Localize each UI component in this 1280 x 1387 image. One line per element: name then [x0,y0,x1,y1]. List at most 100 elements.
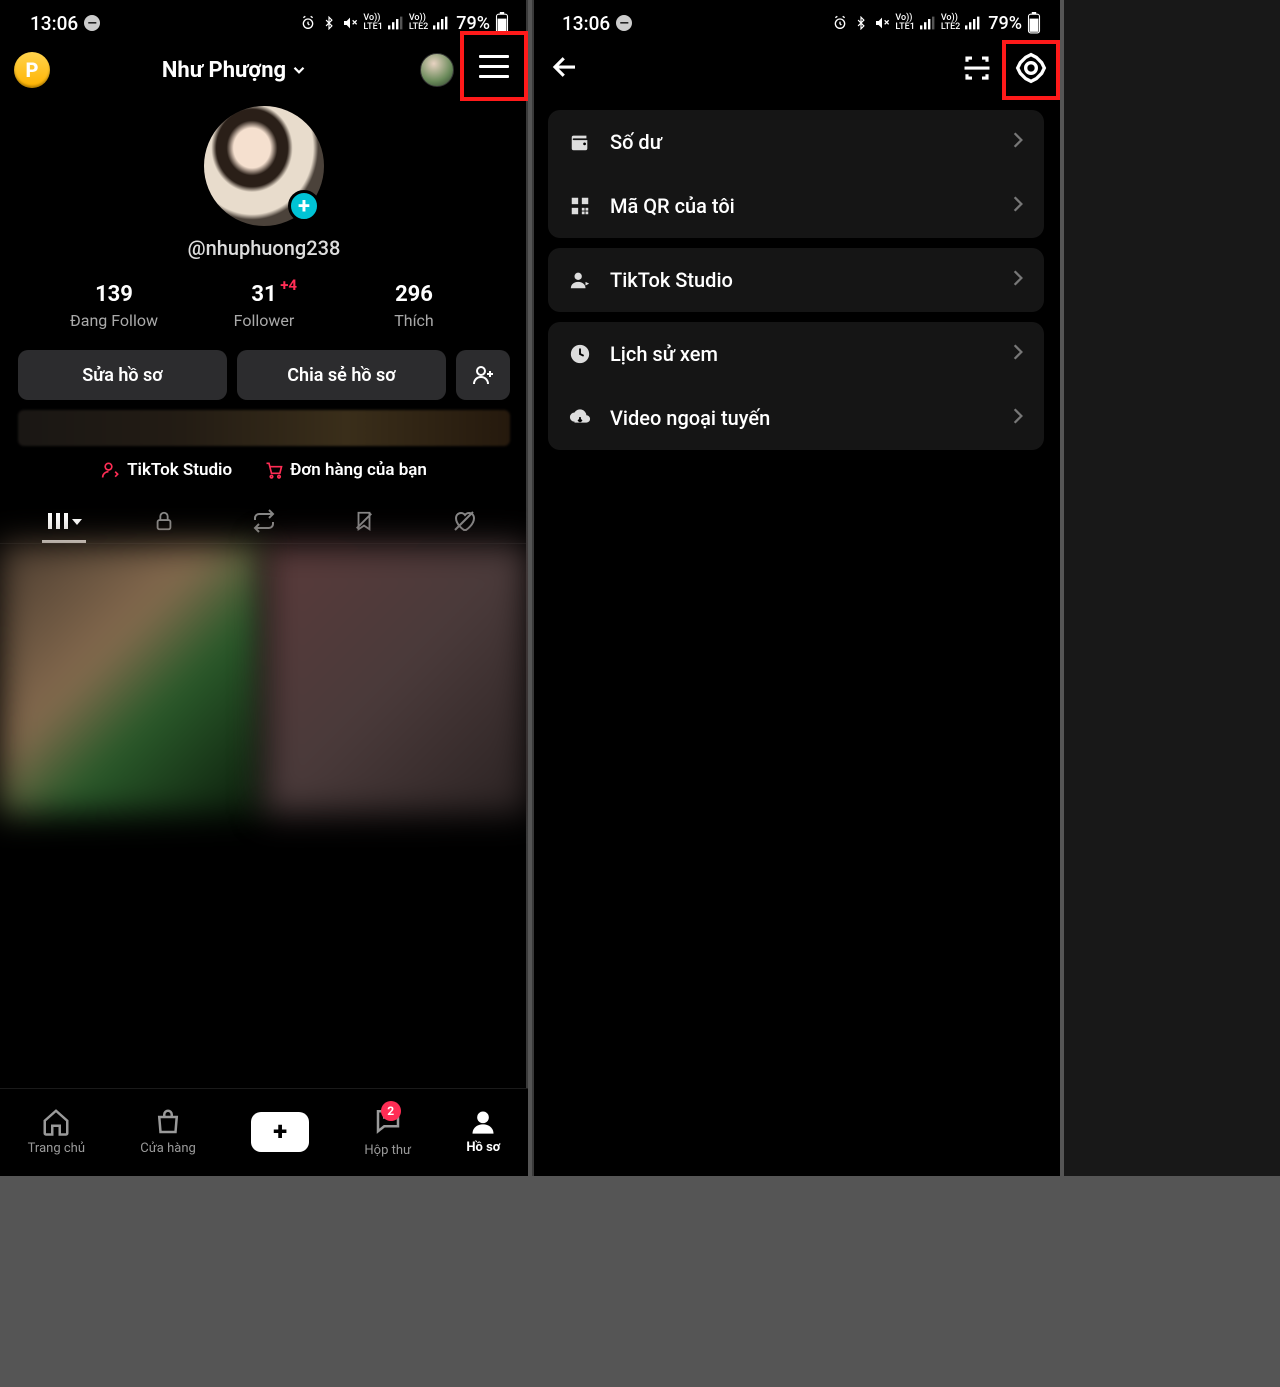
mini-links: TikTok Studio Đơn hàng của bạn [0,460,528,480]
alarm-icon [832,15,848,31]
menu-studio-label: TikTok Studio [610,268,733,292]
studio-link[interactable]: TikTok Studio [101,460,232,480]
tab-saved[interactable] [334,509,394,533]
share-profile-button[interactable]: Chia sẻ hồ sơ [237,350,446,400]
tab-videos[interactable] [34,511,94,531]
add-friends-button[interactable] [456,350,510,400]
menu-balance[interactable]: Số dư [548,110,1044,174]
battery-icon [1027,12,1041,34]
tab-chevron-icon [72,516,82,526]
stat-followers[interactable]: +4 31 Follower [189,282,339,330]
menu-qr[interactable]: Mã QR của tôi [548,174,1044,238]
menu-balance-label: Số dư [610,130,662,154]
account-switcher[interactable]: Như Phượng [162,58,308,83]
stat-likes[interactable]: 296 Thích [339,282,489,330]
menu-button-highlight [460,31,528,101]
studio-link-label: TikTok Studio [127,460,232,480]
grid-icon [46,511,70,531]
signal-2-icon [965,16,981,30]
nav-inbox[interactable]: 2 Hộp thư [364,1105,411,1158]
add-friends-icon [471,363,495,387]
nav-shop[interactable]: Cửa hàng [140,1107,196,1156]
add-story-icon[interactable]: + [288,190,320,222]
nav-home-label: Trang chủ [28,1141,85,1156]
dnd-icon: — [84,15,100,31]
drawer-header [532,40,1060,100]
filler [1064,0,1280,1176]
menu-button[interactable] [479,55,509,78]
nav-inbox-label: Hộp thư [364,1143,411,1158]
menu-history[interactable]: Lịch sử xem [548,322,1044,386]
mute-icon [342,15,358,31]
arrow-left-icon [550,52,580,82]
clock-icon [568,343,592,365]
studio-icon [101,460,121,480]
status-icons: Vo))LTE1 Vo))LTE2 79% [831,12,1042,34]
followers-label: Follower [189,311,339,330]
chevron-right-icon [1012,342,1024,366]
status-bar: 13:06 — Vo))LTE1 Vo))LTE2 79% [0,0,528,40]
tab-reposts[interactable] [234,509,294,533]
menu-offline[interactable]: Video ngoại tuyến [548,386,1044,450]
profile-icon [469,1108,497,1136]
volte2-icon: Vo))LTE2 [941,14,960,32]
volte-icon: Vo))LTE1 [363,14,382,32]
menu-studio[interactable]: TikTok Studio [548,248,1044,312]
repost-icon [251,509,277,533]
menu-offline-label: Video ngoại tuyến [610,406,770,430]
profile-actions: Sửa hồ sơ Chia sẻ hồ sơ [0,350,528,400]
coin-button[interactable]: P [14,52,50,88]
chevron-right-icon [1012,406,1024,430]
edit-profile-button[interactable]: Sửa hồ sơ [18,350,227,400]
avatar-block: + @nhuphuong238 [0,106,528,260]
signal-1-icon [920,16,936,30]
bottom-nav: Trang chủ Cửa hàng + 2 Hộp thư Hồ sơ [0,1088,528,1176]
heart-hidden-icon [451,509,477,533]
inbox-badge: 2 [381,1101,401,1121]
tab-liked[interactable] [434,509,494,533]
download-cloud-icon [568,407,592,429]
followers-delta: +4 [280,276,297,294]
settings-button[interactable] [1015,52,1047,88]
home-icon [41,1107,71,1137]
following-count: 139 [39,282,189,307]
following-label: Đang Follow [39,311,189,330]
back-button[interactable] [550,52,580,89]
profile-avatar[interactable]: + [204,106,324,226]
lock-icon [153,509,175,533]
nav-shop-label: Cửa hàng [140,1141,196,1156]
nav-home[interactable]: Trang chủ [28,1107,85,1156]
nav-create[interactable]: + [251,1112,309,1152]
bio-blurred [18,410,510,446]
wallet-icon [568,131,592,153]
stat-following[interactable]: 139 Đang Follow [39,282,189,330]
menu-group-2: TikTok Studio [548,248,1044,312]
video-thumbnail[interactable] [264,544,528,814]
tab-private[interactable] [134,509,194,533]
chevron-right-icon [1012,194,1024,218]
menu-group-3: Lịch sử xem Video ngoại tuyến [548,322,1044,450]
account-avatar-small[interactable] [420,53,454,87]
orders-link[interactable]: Đơn hàng của bạn [264,460,427,480]
bookmark-hidden-icon [353,509,375,533]
chevron-right-icon [1012,268,1024,292]
scan-button[interactable] [962,53,992,87]
signal-2-icon [433,16,449,30]
coin-letter: P [26,58,39,82]
stats-row: 139 Đang Follow +4 31 Follower 296 Thích [0,282,528,330]
battery-percent: 79% [988,13,1022,34]
gear-icon [1015,52,1047,84]
create-button[interactable]: + [251,1112,309,1152]
scan-icon [962,53,992,83]
status-time: 13:06 [562,12,610,35]
shop-icon [153,1107,183,1137]
chevron-right-icon [1012,130,1024,154]
username[interactable]: @nhuphuong238 [0,236,528,260]
cart-icon [264,460,284,480]
nav-profile[interactable]: Hồ sơ [466,1108,500,1155]
orders-link-label: Đơn hàng của bạn [290,460,427,480]
nav-profile-label: Hồ sơ [466,1140,500,1155]
qr-icon [568,195,592,217]
video-thumbnail[interactable] [0,544,264,814]
alarm-icon [300,15,316,31]
